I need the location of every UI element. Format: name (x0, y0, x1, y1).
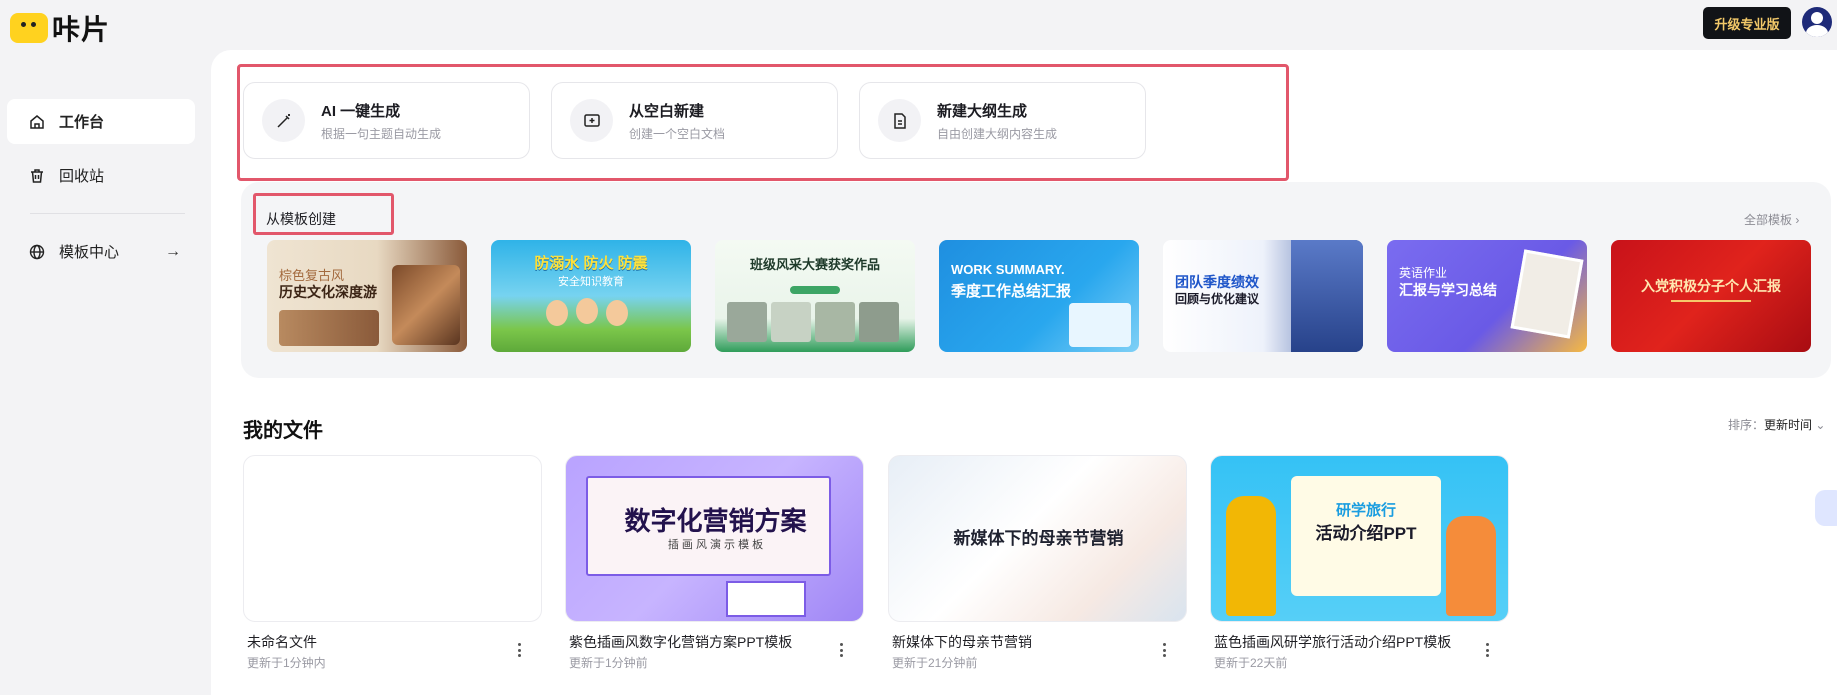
arrow-right-icon: → (165, 242, 181, 260)
template-title-line2: 历史文化深度游 (279, 284, 377, 300)
sort-prefix: 排序： (1728, 418, 1765, 432)
magic-wand-icon (262, 99, 305, 142)
add-slide-icon (570, 99, 613, 142)
file-thumbnail[interactable]: 新媒体下的母亲节营销 (888, 455, 1187, 622)
file-name[interactable]: 蓝色插画风研学旅行活动介绍PPT模板 (1214, 632, 1451, 652)
document-icon (878, 99, 921, 142)
sort-dropdown[interactable]: 排序：更新时间 ⌄ (1728, 416, 1825, 433)
thumb-title: 研学旅行 (1335, 502, 1396, 519)
ai-generate-card[interactable]: AI 一键生成 根据一句主题自动生成 (243, 82, 530, 159)
thumb-title: 新媒体下的母亲节营销 (953, 529, 1124, 548)
thumb-subtitle: 插 画 风 演 示 模 板 (667, 539, 764, 551)
card-subtitle: 自由创建大纲内容生成 (937, 126, 1058, 141)
template-title-line1: 入党积极分子个人汇报 (1641, 278, 1781, 294)
upgrade-button[interactable]: 升级专业版 (1703, 7, 1791, 39)
file-updated: 更新于1分钟前 (569, 656, 648, 670)
more-options-icon[interactable] (835, 640, 847, 660)
file-updated: 更新于22天前 (1214, 656, 1288, 670)
card-subtitle: 创建一个空白文档 (629, 126, 726, 141)
blank-new-card[interactable]: 从空白新建 创建一个空白文档 (551, 82, 838, 159)
chevron-down-icon: ⌄ (1815, 418, 1826, 432)
sidebar-item-recycle-bin[interactable]: 回收站 (7, 153, 195, 198)
template-title-line1: 班级风采大赛获奖作品 (749, 257, 880, 272)
card-title: 新建大纲生成 (937, 102, 1028, 120)
template-card[interactable]: 棕色复古风 历史文化深度游 (267, 240, 467, 352)
file-name[interactable]: 紫色插画风数字化营销方案PPT模板 (569, 632, 792, 652)
thumb-subtitle: 活动介绍PPT (1315, 524, 1417, 543)
template-title-line1: WORK SUMMARY. (951, 262, 1065, 277)
template-title-line1: 英语作业 (1399, 266, 1448, 280)
thumb-title: 数字化营销方案 (624, 506, 807, 536)
template-section-label: 从模板创建 (266, 211, 336, 227)
app-logo[interactable]: 咔片 (10, 8, 110, 48)
template-card[interactable]: 团队季度绩效 回顾与优化建议 (1163, 240, 1363, 352)
sort-value: 更新时间 (1764, 418, 1813, 432)
template-card[interactable]: 入党积极分子个人汇报 (1611, 240, 1811, 352)
file-updated: 更新于21分钟前 (892, 656, 978, 670)
home-icon (29, 114, 45, 130)
file-name[interactable]: 未命名文件 (247, 632, 317, 652)
template-title-line2: 季度工作总结汇报 (951, 283, 1072, 300)
logo-mark-icon (10, 13, 48, 43)
file-thumbnail[interactable]: 数字化营销方案 插 画 风 演 示 模 板 (565, 455, 864, 622)
globe-icon (29, 244, 45, 260)
more-options-icon[interactable] (1481, 640, 1493, 660)
template-card[interactable]: WORK SUMMARY. 季度工作总结汇报 (939, 240, 1139, 352)
template-card[interactable]: 防溺水 防火 防震 安全知识教育 (491, 240, 691, 352)
template-title-line1: 防溺水 防火 防震 (534, 255, 648, 272)
sidebar-item-workspace[interactable]: 工作台 (7, 99, 195, 144)
card-subtitle: 根据一句主题自动生成 (321, 126, 442, 141)
more-options-icon[interactable] (1158, 640, 1170, 660)
my-files-title: 我的文件 (243, 420, 323, 442)
file-name[interactable]: 新媒体下的母亲节营销 (892, 632, 1032, 652)
template-card[interactable]: 班级风采大赛获奖作品 (715, 240, 915, 352)
template-title-line2: 回顾与优化建议 (1175, 292, 1260, 306)
sidebar-item-label: 工作台 (59, 114, 105, 131)
trash-icon (29, 168, 45, 184)
template-title-line2: 安全知识教育 (558, 276, 624, 288)
file-thumbnail[interactable] (243, 455, 542, 622)
sidebar-item-label: 回收站 (59, 168, 105, 185)
card-title: 从空白新建 (629, 102, 705, 120)
user-avatar[interactable] (1802, 7, 1832, 37)
file-updated: 更新于1分钟内 (247, 656, 326, 670)
sidebar-item-template-center[interactable]: 模板中心 → (7, 229, 195, 274)
template-card[interactable]: 英语作业 汇报与学习总结 (1387, 240, 1587, 352)
outline-generate-card[interactable]: 新建大纲生成 自由创建大纲内容生成 (859, 82, 1146, 159)
sidebar-item-label: 模板中心 (59, 244, 120, 261)
logo-text: 咔片 (52, 14, 111, 45)
card-title: AI 一键生成 (321, 102, 401, 120)
template-title-line1: 团队季度绩效 (1175, 274, 1259, 290)
all-templates-link[interactable]: 全部模板 › (1744, 211, 1799, 228)
file-thumbnail[interactable]: 研学旅行 活动介绍PPT (1210, 455, 1509, 622)
floating-help-button[interactable] (1815, 490, 1837, 526)
more-options-icon[interactable] (513, 640, 525, 660)
template-title-line2: 汇报与学习总结 (1399, 282, 1497, 298)
sidebar-divider (30, 213, 185, 214)
